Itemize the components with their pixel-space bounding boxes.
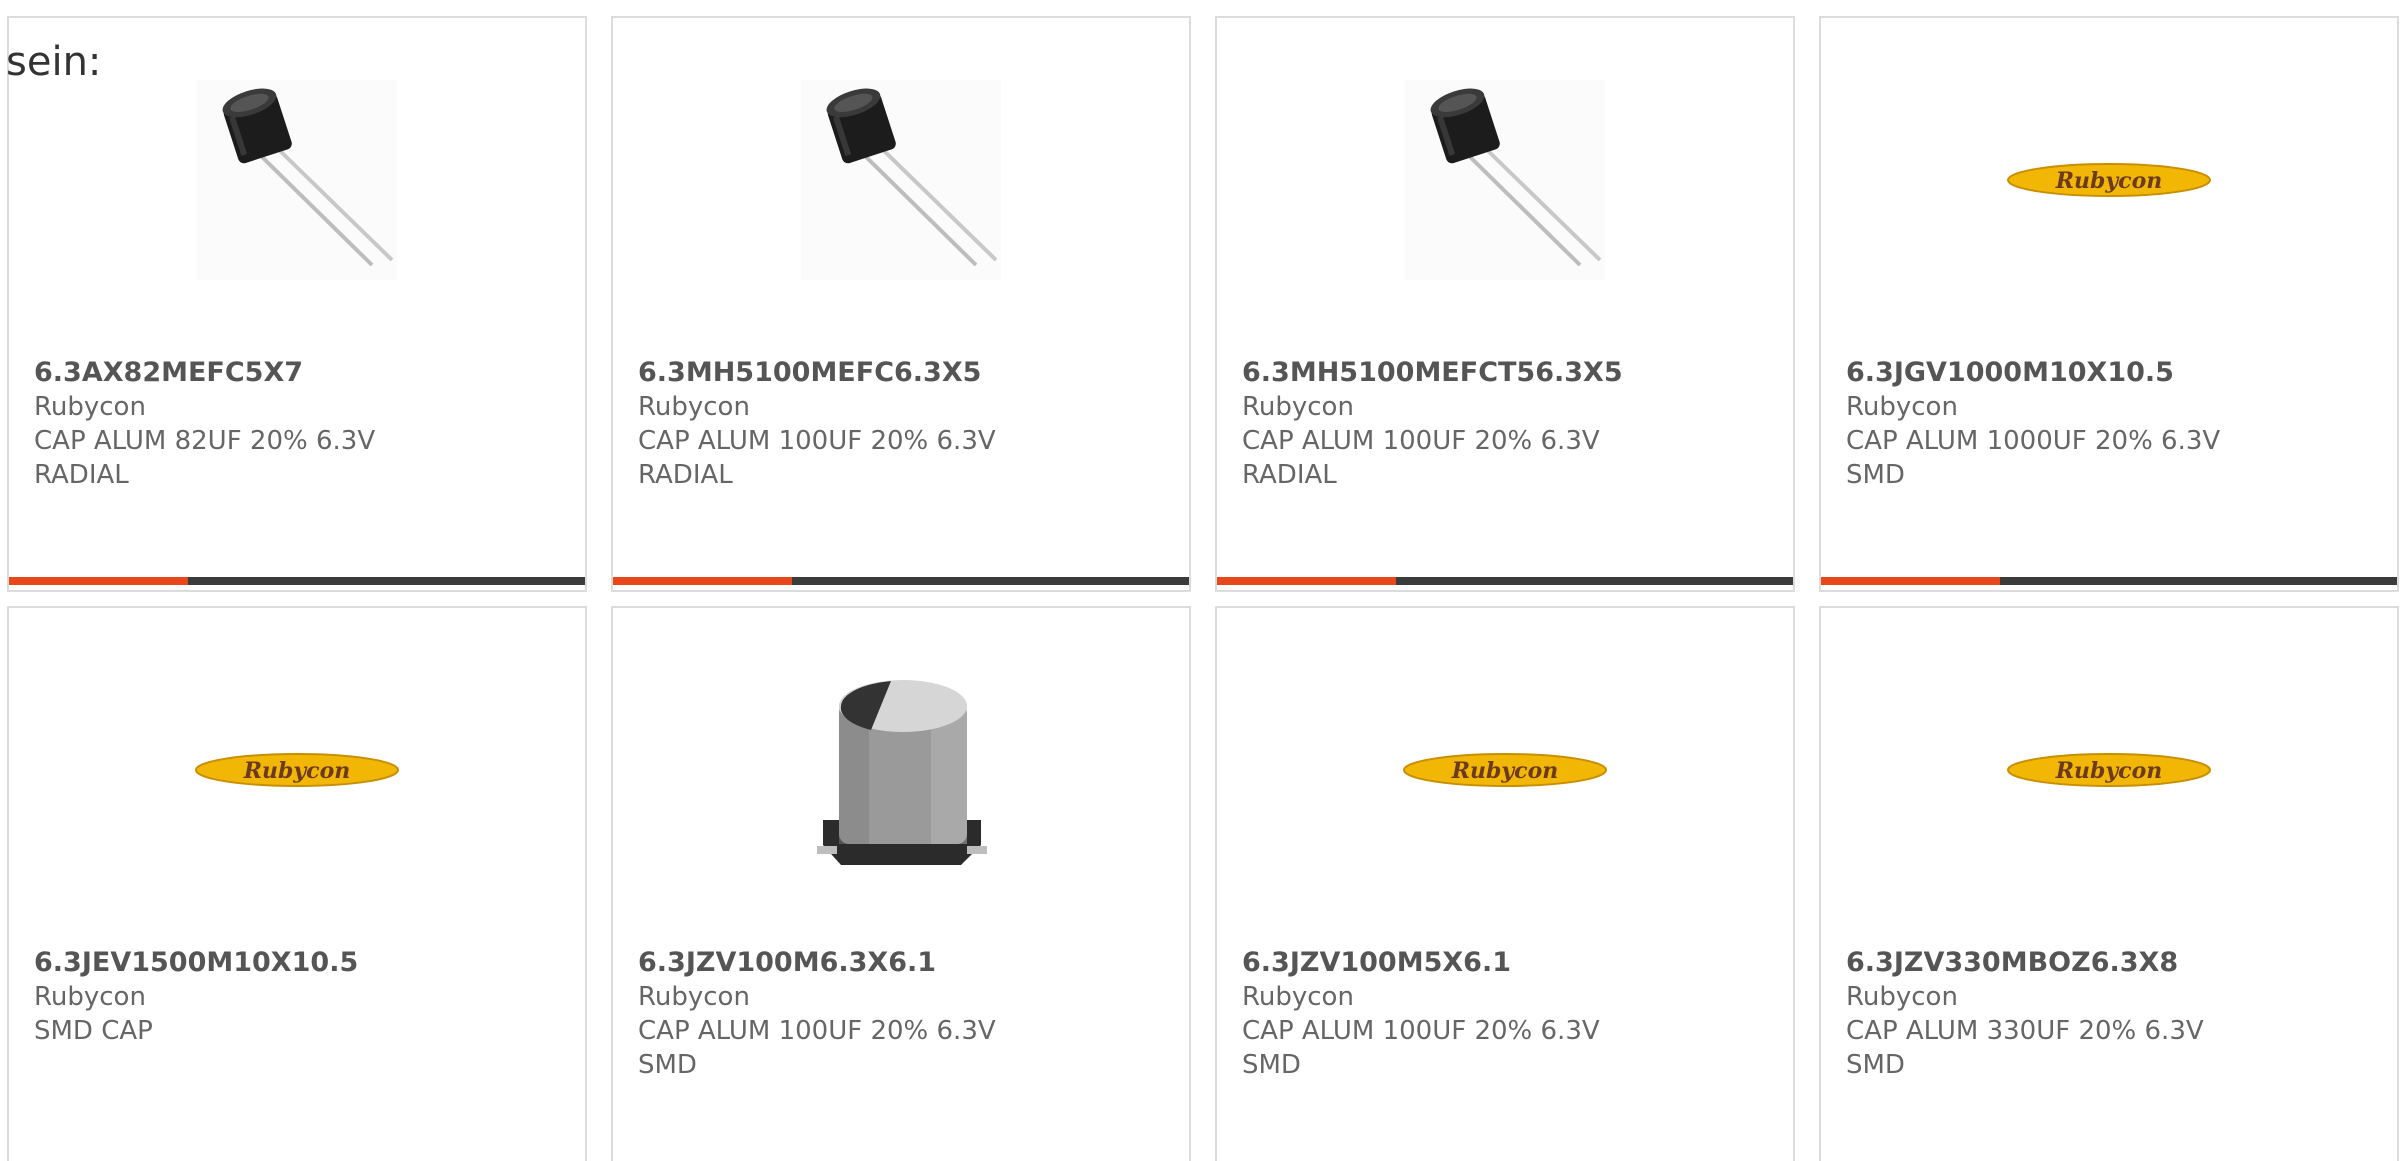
- card-progress-fill: [1821, 577, 2000, 585]
- part-number-link[interactable]: 6.3JZV100M6.3X6.1: [638, 946, 1164, 980]
- part-number-link[interactable]: 6.3MH5100MEFC6.3X5: [638, 356, 1164, 390]
- product-info: 6.3JZV330MBOZ6.3X8 Rubycon CAP ALUM 330UF …: [1846, 946, 2372, 1082]
- product-info: 6.3JZV100M5X6.1 Rubycon CAP ALUM 100UF 20%…: [1242, 946, 1768, 1082]
- product-card[interactable]: Rubycon 6.3JEV1500M10X10.5 Rubycon SMD CAP: [7, 606, 587, 1161]
- rubycon-logo[interactable]: Rubycon: [9, 670, 585, 870]
- product-info: 6.3AX82MEFC5X7 Rubycon CAP ALUM 82UF 20% 6…: [34, 356, 560, 492]
- radial-capacitor-icon[interactable]: [613, 80, 1189, 280]
- product-grid: 6.3AX82MEFC5X7 Rubycon CAP ALUM 82UF 20% 6…: [7, 16, 2399, 1161]
- card-progress-bar: [1821, 577, 2397, 585]
- part-number-link[interactable]: 6.3JZV330MBOZ6.3X8: [1846, 946, 2372, 980]
- manufacturer-name: Rubycon: [638, 392, 750, 422]
- intro-text: sein:: [6, 39, 102, 85]
- product-info: 6.3MH5100MEFC6.3X5 Rubycon CAP ALUM 100UF …: [638, 356, 1164, 492]
- product-description: CAP ALUM 100UF 20% 6.3V RADIAL: [1242, 426, 1600, 490]
- svg-text:Rubycon: Rubycon: [243, 758, 351, 784]
- card-progress-fill: [1217, 577, 1396, 585]
- part-number-link[interactable]: 6.3AX82MEFC5X7: [34, 356, 560, 390]
- smd-capacitor-icon[interactable]: [613, 670, 1189, 870]
- part-number-link[interactable]: 6.3JGV1000M10X10.5: [1846, 356, 2372, 390]
- manufacturer-name: Rubycon: [1846, 982, 1958, 1012]
- card-progress-fill: [613, 577, 792, 585]
- product-description: SMD CAP: [34, 1016, 153, 1046]
- manufacturer-name: Rubycon: [638, 982, 750, 1012]
- product-info: 6.3JGV1000M10X10.5 Rubycon CAP ALUM 1000UF…: [1846, 356, 2372, 492]
- card-progress-bar: [9, 577, 585, 585]
- product-description: CAP ALUM 82UF 20% 6.3V RADIAL: [34, 426, 376, 490]
- rubycon-logo[interactable]: Rubycon: [1821, 80, 2397, 280]
- manufacturer-name: Rubycon: [1846, 392, 1958, 422]
- product-info: 6.3JZV100M6.3X6.1 Rubycon CAP ALUM 100UF 2…: [638, 946, 1164, 1082]
- part-number-link[interactable]: 6.3JEV1500M10X10.5: [34, 946, 560, 980]
- product-description: CAP ALUM 100UF 20% 6.3V SMD: [1242, 1016, 1600, 1080]
- rubycon-logo[interactable]: Rubycon: [1821, 670, 2397, 870]
- product-listing-page: sein: 6.3AX82MEFC5X7 Rubycon CAP ALUM 82UF…: [0, 0, 2400, 1161]
- rubycon-logo[interactable]: Rubycon: [1217, 670, 1793, 870]
- radial-capacitor-icon[interactable]: [1217, 80, 1793, 280]
- svg-text:Rubycon: Rubycon: [2055, 758, 2163, 784]
- product-description: CAP ALUM 330UF 20% 6.3V SMD: [1846, 1016, 2204, 1080]
- product-card[interactable]: 6.3MH5100MEFCT56.3X5 Rubycon CAP ALUM 100U…: [1215, 16, 1795, 592]
- product-card[interactable]: Rubycon 6.3JZV330MBOZ6.3X8 Rubycon CAP ALU…: [1819, 606, 2399, 1161]
- manufacturer-name: Rubycon: [1242, 982, 1354, 1012]
- product-card[interactable]: 6.3JZV100M6.3X6.1 Rubycon CAP ALUM 100UF 2…: [611, 606, 1191, 1161]
- product-description: CAP ALUM 1000UF 20% 6.3V SMD: [1846, 426, 2221, 490]
- part-number-link[interactable]: 6.3MH5100MEFCT56.3X5: [1242, 356, 1768, 390]
- radial-capacitor-icon[interactable]: [9, 80, 585, 280]
- manufacturer-name: Rubycon: [34, 392, 146, 422]
- product-info: 6.3MH5100MEFCT56.3X5 Rubycon CAP ALUM 100U…: [1242, 356, 1768, 492]
- product-description: CAP ALUM 100UF 20% 6.3V SMD: [638, 1016, 996, 1080]
- product-description: CAP ALUM 100UF 20% 6.3V RADIAL: [638, 426, 996, 490]
- product-info: 6.3JEV1500M10X10.5 Rubycon SMD CAP: [34, 946, 560, 1048]
- product-card[interactable]: Rubycon 6.3JZV100M5X6.1 Rubycon CAP ALUM 1…: [1215, 606, 1795, 1161]
- product-card[interactable]: 6.3AX82MEFC5X7 Rubycon CAP ALUM 82UF 20% 6…: [7, 16, 587, 592]
- svg-text:Rubycon: Rubycon: [1451, 758, 1559, 784]
- manufacturer-name: Rubycon: [34, 982, 146, 1012]
- part-number-link[interactable]: 6.3JZV100M5X6.1: [1242, 946, 1768, 980]
- card-progress-bar: [613, 577, 1189, 585]
- svg-text:Rubycon: Rubycon: [2055, 168, 2163, 194]
- card-progress-bar: [1217, 577, 1793, 585]
- product-card[interactable]: Rubycon 6.3JGV1000M10X10.5 Rubycon CAP ALU…: [1819, 16, 2399, 592]
- card-progress-fill: [9, 577, 188, 585]
- product-card[interactable]: 6.3MH5100MEFC6.3X5 Rubycon CAP ALUM 100UF …: [611, 16, 1191, 592]
- manufacturer-name: Rubycon: [1242, 392, 1354, 422]
